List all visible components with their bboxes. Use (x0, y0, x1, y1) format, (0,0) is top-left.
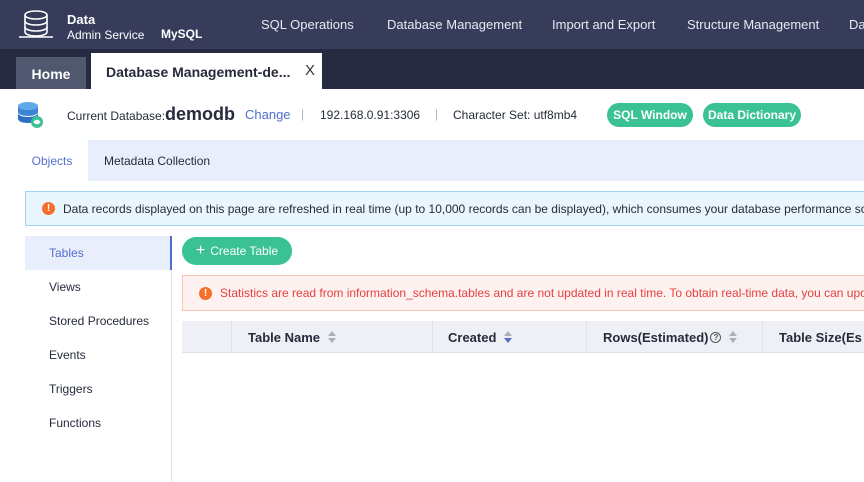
warning-icon: ! (199, 286, 212, 300)
table-header: Table Name Created Rows(Estimated) ? Tab… (182, 321, 864, 353)
realtime-notice: ! Data records displayed on this page ar… (25, 191, 864, 226)
sidebar-item-views[interactable]: Views (25, 270, 172, 304)
nav-database-management[interactable]: Database Management (387, 17, 522, 32)
brand-title: Data (67, 12, 96, 27)
nav-more[interactable]: Da (849, 17, 864, 32)
page-tab-bar: Home Database Management-de... X (0, 49, 864, 90)
database-logo-icon (19, 10, 53, 38)
nav-structure-management[interactable]: Structure Management (687, 17, 819, 32)
sidebar-item-stored-procedures[interactable]: Stored Procedures (25, 304, 172, 338)
statistics-notice: ! Statistics are read from information_s… (182, 275, 864, 311)
warning-icon: ! (42, 202, 55, 215)
host-address: 192.168.0.91:3306 (320, 108, 421, 122)
column-header-created[interactable]: Created (448, 321, 513, 353)
separator: | (435, 107, 439, 121)
column-divider (432, 321, 433, 353)
plus-icon: + (195, 242, 206, 259)
column-divider (231, 321, 232, 353)
sidebar-item-tables[interactable]: Tables (25, 236, 172, 270)
create-table-button[interactable]: + Create Table (182, 237, 292, 265)
sort-icon[interactable] (328, 331, 337, 343)
current-database-label: Current Database: (67, 109, 166, 123)
character-set: Character Set: utf8mb4 (453, 108, 578, 122)
column-header-label: Rows(Estimated) (603, 329, 709, 345)
column-header-label: Table Name (248, 329, 321, 345)
nav-import-export[interactable]: Import and Export (552, 17, 655, 32)
data-dictionary-button[interactable]: Data Dictionary (703, 103, 801, 127)
change-database-link[interactable]: Change (245, 107, 291, 122)
separator: | (301, 107, 305, 121)
sidebar-item-events[interactable]: Events (25, 338, 172, 372)
column-header-label: Created (448, 329, 497, 345)
column-header-rows[interactable]: Rows(Estimated) ? (603, 321, 738, 353)
statistics-notice-text: Statistics are read from information_sch… (220, 286, 864, 300)
object-type-sidebar: Tables Views Stored Procedures Events Tr… (25, 236, 172, 482)
column-header-table-size[interactable]: Table Size(Es (779, 321, 862, 353)
sort-icon[interactable] (729, 331, 738, 343)
sidebar-item-triggers[interactable]: Triggers (25, 372, 172, 406)
tab-database-management[interactable]: Database Management-de... X (91, 53, 322, 90)
column-divider (586, 321, 587, 353)
tab-objects[interactable]: Objects (16, 140, 88, 181)
close-icon[interactable]: X (305, 62, 315, 79)
sidebar-item-functions[interactable]: Functions (25, 406, 172, 440)
column-divider (762, 321, 763, 353)
database-icon (18, 102, 43, 128)
sub-tab-bar: Objects Metadata Collection (16, 140, 864, 181)
tab-metadata-collection[interactable]: Metadata Collection (104, 140, 210, 181)
nav-sql-operations[interactable]: SQL Operations (261, 17, 354, 32)
sql-window-button[interactable]: SQL Window (607, 103, 693, 127)
current-database-value: demodb (165, 104, 235, 124)
tab-home[interactable]: Home (16, 57, 86, 90)
sort-descending-icon[interactable] (504, 331, 513, 343)
top-navigation-bar: Data Admin Service MySQL SQL Operations … (0, 0, 864, 49)
brand-subtitle: Admin Service (67, 28, 145, 42)
help-icon[interactable]: ? (710, 331, 722, 343)
realtime-notice-text: Data records displayed on this page are … (63, 201, 864, 216)
tab-label: Database Management-de... (106, 63, 291, 80)
create-table-label: Create Table (210, 244, 279, 258)
column-header-table-name[interactable]: Table Name (248, 321, 337, 353)
database-info-bar: Current Database: demodb Change | 192.16… (0, 89, 864, 140)
engine-label: MySQL (161, 27, 203, 41)
